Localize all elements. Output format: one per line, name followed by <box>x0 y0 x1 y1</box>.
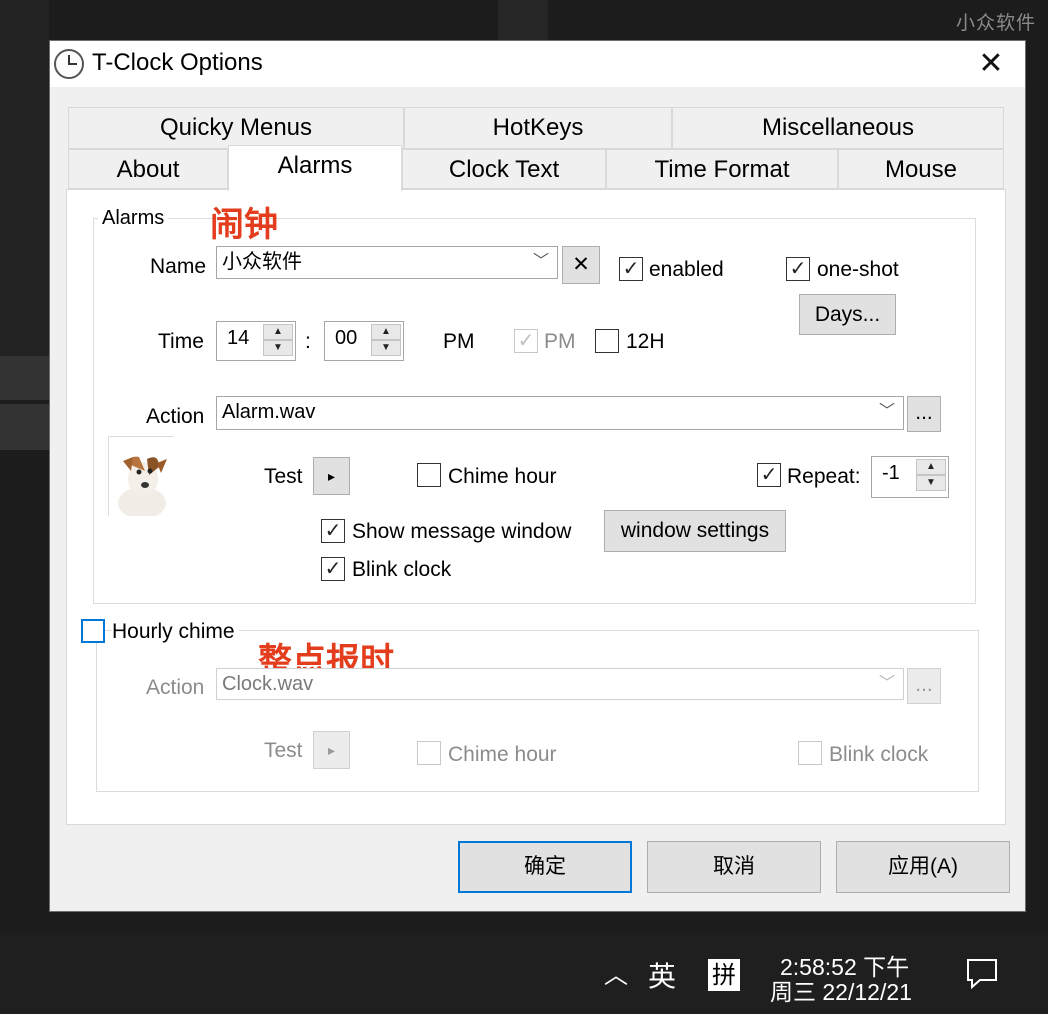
alarm-image <box>108 436 174 516</box>
chevron-down-icon: ﹀ <box>532 253 549 270</box>
ampm-text: PM <box>443 330 475 353</box>
test-play-button[interactable]: ▸ <box>313 457 350 495</box>
repeat-label: Repeat: <box>787 465 861 488</box>
watermark-text: 小众软件 <box>955 13 1036 34</box>
alarm-name-combo[interactable]: 小众软件 ﹀ <box>216 246 558 279</box>
desktop-strip <box>0 0 49 360</box>
notification-center-icon[interactable] <box>966 958 998 990</box>
show-message-checkbox[interactable]: ✓ <box>321 519 345 543</box>
hourly-test-play-button: ▸ <box>313 731 350 769</box>
hour-value: 14 <box>227 327 250 349</box>
alarm-action-value: Alarm.wav <box>222 401 316 423</box>
time-label: Time <box>158 330 204 353</box>
window-title: T-Clock Options <box>92 49 263 76</box>
tab-miscellaneous[interactable]: Miscellaneous <box>672 107 1004 149</box>
hourly-blink-label: Blink clock <box>829 743 929 766</box>
12h-label: 12H <box>626 330 665 353</box>
days-button[interactable]: Days... <box>799 294 896 335</box>
desktop-column <box>498 0 548 40</box>
name-label: Name <box>150 255 207 278</box>
hourly-action-combo: Clock.wav ﹀ <box>216 668 904 700</box>
repeat-up-arrow-icon[interactable]: ▲ <box>916 459 946 475</box>
repeat-down-arrow-icon[interactable]: ▼ <box>916 475 946 491</box>
close-button[interactable]: ✕ <box>973 45 1009 83</box>
repeat-spinner[interactable]: -1 ▲ ▼ <box>871 456 949 498</box>
tab-hotkeys[interactable]: HotKeys <box>404 107 672 149</box>
ime-mode-icon[interactable]: 拼 <box>708 959 740 991</box>
hourly-test-label: Test <box>264 739 303 762</box>
alarms-group-label: Alarms <box>98 207 169 230</box>
chime-hour-label: Chime hour <box>448 465 557 488</box>
minute-value: 00 <box>335 327 358 349</box>
ok-button[interactable]: 确定 <box>458 841 632 893</box>
pm-checkbox: ✓ <box>514 329 538 353</box>
hourly-action-value: Clock.wav <box>222 673 314 695</box>
tab-alarms[interactable]: Alarms <box>228 145 402 191</box>
tab-quicky-menus[interactable]: Quicky Menus <box>68 107 404 149</box>
delete-alarm-button[interactable]: ✕ <box>562 246 600 284</box>
blink-clock-checkbox[interactable]: ✓ <box>321 557 345 581</box>
repeat-value: -1 <box>882 462 900 484</box>
tab-time-format[interactable]: Time Format <box>606 149 838 189</box>
show-message-label: Show message window <box>352 520 572 543</box>
alarm-action-combo[interactable]: Alarm.wav ﹀ <box>216 396 904 430</box>
alarm-annotation: 闹钟 <box>210 205 278 245</box>
hourly-chime-checkbox[interactable] <box>81 619 105 643</box>
tab-mouse[interactable]: Mouse <box>838 149 1004 189</box>
input-language-indicator[interactable]: 英 <box>648 955 676 995</box>
hour-up-arrow-icon[interactable]: ▲ <box>263 324 293 340</box>
action-label: Action <box>146 405 205 428</box>
hourly-chime-label: Hourly chime <box>112 620 239 644</box>
clock-date[interactable]: 周三 22/12/21 <box>770 973 912 1007</box>
one-shot-label: one-shot <box>817 258 899 281</box>
chime-hour-checkbox[interactable] <box>417 463 441 487</box>
title-bar: T-Clock Options ✕ <box>50 41 1025 87</box>
minute-up-arrow-icon[interactable]: ▲ <box>371 324 401 340</box>
minute-down-arrow-icon[interactable]: ▼ <box>371 340 401 356</box>
delete-icon: ✕ <box>572 253 590 276</box>
enabled-label: enabled <box>649 258 724 281</box>
tab-clock-text[interactable]: Clock Text <box>402 149 606 189</box>
hour-spinner[interactable]: 14 ▲ ▼ <box>216 321 296 361</box>
taskbar: ︿ 英 拼 2:58:52 下午 周三 22/12/21 <box>0 933 1048 1014</box>
show-hidden-icons-chevron-icon[interactable]: ︿ <box>604 955 628 990</box>
apply-button[interactable]: 应用(A) <box>836 841 1010 893</box>
play-icon: ▸ <box>327 468 336 484</box>
hourly-chime-hour-checkbox <box>417 741 441 765</box>
minute-spinner[interactable]: 00 ▲ ▼ <box>324 321 404 361</box>
hourly-blink-checkbox <box>798 741 822 765</box>
hourly-chime-hour-label: Chime hour <box>448 743 557 766</box>
hourly-browse-button: ... <box>907 668 941 704</box>
tab-about[interactable]: About <box>68 149 228 189</box>
desktop-panel <box>0 356 49 400</box>
play-icon: ▸ <box>327 742 336 758</box>
alarm-name-value: 小众软件 <box>222 251 302 273</box>
repeat-checkbox[interactable]: ✓ <box>757 463 781 487</box>
window-settings-button[interactable]: window settings <box>604 510 786 552</box>
test-label: Test <box>264 465 303 488</box>
hour-down-arrow-icon[interactable]: ▼ <box>263 340 293 356</box>
one-shot-checkbox[interactable]: ✓ <box>786 257 810 281</box>
pm-checkbox-label: PM <box>544 330 576 353</box>
cancel-button[interactable]: 取消 <box>647 841 821 893</box>
time-colon: : <box>305 330 311 353</box>
options-dialog: T-Clock Options ✕ Quicky Menus HotKeys M… <box>49 40 1026 912</box>
hourly-action-label: Action <box>146 676 205 699</box>
clock-icon <box>54 49 84 79</box>
hourly-chime-group <box>96 630 979 792</box>
browse-sound-button[interactable]: ... <box>907 396 941 432</box>
chevron-down-icon: ﹀ <box>878 675 895 692</box>
12h-checkbox[interactable] <box>595 329 619 353</box>
chevron-down-icon: ﹀ <box>878 403 895 420</box>
blink-clock-label: Blink clock <box>352 558 452 581</box>
enabled-checkbox[interactable]: ✓ <box>619 257 643 281</box>
desktop-panel-2 <box>0 404 49 450</box>
